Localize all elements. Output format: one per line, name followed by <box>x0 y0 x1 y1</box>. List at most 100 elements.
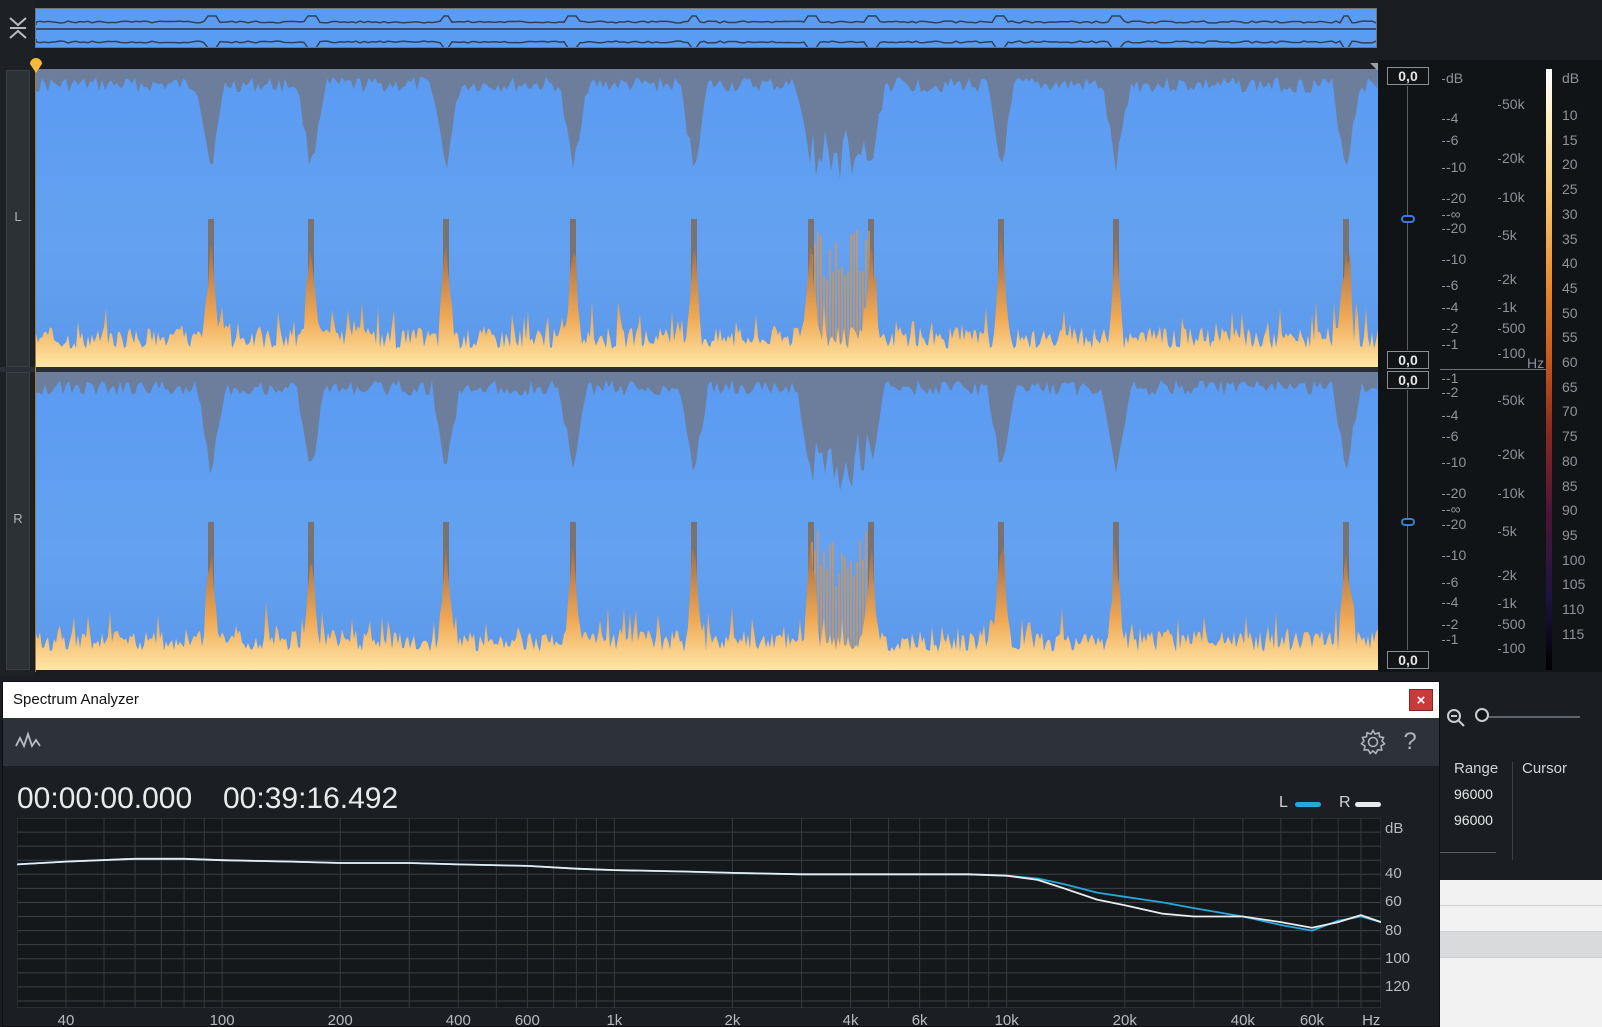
color-scale-tick: dB <box>1562 70 1580 86</box>
legend-label-r: R <box>1339 794 1351 811</box>
x-axis-labels: 40 100 200 400 600 1k 2k 4k 6k 10k 20k 40k 60k Hz <box>17 1008 1381 1027</box>
scale-tick: 2k <box>1498 567 1517 583</box>
scale-tick: 50k <box>1498 96 1525 112</box>
zoom-slider-knob[interactable] <box>1475 708 1489 722</box>
peak-l-top: 0,0 <box>1387 67 1429 85</box>
table-header-range: Range <box>1454 760 1499 777</box>
scale-tick: -10 <box>1441 454 1467 470</box>
help-icon[interactable]: ? <box>1399 728 1421 756</box>
color-scale-tick: 50 <box>1562 304 1578 321</box>
color-scale-tick: 60 <box>1562 354 1578 370</box>
color-scale-tick: 65 <box>1562 378 1578 395</box>
scale-tick: 50k <box>1498 392 1525 408</box>
table-divider <box>1512 762 1513 860</box>
spectrum-plot[interactable] <box>16 817 1382 1009</box>
close-button[interactable]: × <box>1409 689 1433 711</box>
color-scale-tick: 100 <box>1562 551 1586 568</box>
x-tick-label: 400 <box>445 1012 471 1027</box>
color-intensity-bar <box>1546 69 1552 670</box>
channel-tab-r[interactable]: R <box>6 372 30 670</box>
list-row[interactable] <box>1440 906 1602 932</box>
pan-knob-r[interactable] <box>1401 518 1415 526</box>
color-scale-tick: 95 <box>1562 526 1578 543</box>
scale-tick: -20 <box>1441 516 1467 532</box>
scale-tick: 5k <box>1498 523 1517 539</box>
color-scale-tick: 30 <box>1562 205 1578 222</box>
scale-tick: 1k <box>1498 595 1517 611</box>
spectrum-analyzer-window: Spectrum Analyzer × ? 00:00:00.000 00:39… <box>2 681 1440 1027</box>
scale-tick: 5k <box>1498 227 1517 243</box>
playhead-marker[interactable] <box>28 56 44 74</box>
zoom-out-icon[interactable] <box>1446 708 1466 728</box>
color-scale-tick: 85 <box>1562 477 1578 494</box>
time-start: 00:00:00.000 <box>17 782 193 815</box>
color-scale-tick: 35 <box>1562 230 1578 247</box>
scale-tick: -6 <box>1441 574 1459 590</box>
scale-tick: 500 <box>1497 320 1526 336</box>
color-scale-tick: 40 <box>1562 255 1578 272</box>
scale-tick: -20 <box>1441 190 1467 206</box>
time-end: 00:39:16.492 <box>223 782 399 815</box>
peak-r-bottom: 0,0 <box>1387 651 1429 669</box>
scale-tick: 500 <box>1497 616 1526 632</box>
scale-tick: -1 <box>1441 336 1459 352</box>
scale-tick: -4 <box>1441 407 1459 423</box>
color-scale: dB 10 15 20 25 30 35 40 45 50 55 60 65 70 75 80 85 90 95 10… <box>1556 60 1602 672</box>
y-tick-label: 100 <box>1385 949 1411 967</box>
x-tick-label: 40k <box>1230 1012 1255 1027</box>
spectrogram-channel-l[interactable] <box>36 69 1378 367</box>
x-tick-label: 100 <box>209 1012 235 1027</box>
analyzer-toolbar: ? <box>3 718 1439 766</box>
list-area <box>1440 880 1602 1027</box>
gear-icon[interactable] <box>1359 728 1387 756</box>
window-title: Spectrum Analyzer <box>13 691 139 708</box>
waveform-overview[interactable] <box>35 8 1377 48</box>
x-tick-label: 60k <box>1299 1012 1325 1027</box>
waveform-icon <box>15 730 41 752</box>
scale-tick: 100 <box>1497 640 1526 656</box>
scale-tick: -2 <box>1441 616 1459 632</box>
y-axis-labels: dB 40 60 80 100 120 <box>1385 818 1437 1008</box>
pan-knob-l[interactable] <box>1401 215 1415 223</box>
color-scale-tick: 75 <box>1562 428 1578 445</box>
color-scale-tick: 90 <box>1562 502 1578 519</box>
table-cell: 96000 <box>1454 786 1493 802</box>
color-scale-tick: 110 <box>1562 601 1585 617</box>
color-scale-tick: 25 <box>1562 181 1578 198</box>
channel-tab-l[interactable]: L <box>6 70 30 367</box>
y-tick-label: 120 <box>1385 977 1411 995</box>
scale-tick: -20 <box>1441 485 1467 501</box>
scale-tick: -4 <box>1441 299 1459 315</box>
color-scale-tick: 20 <box>1562 156 1578 173</box>
legend-label-l: L <box>1279 794 1288 811</box>
table-cell: 96000 <box>1454 812 1493 828</box>
list-row[interactable] <box>1440 932 1602 958</box>
color-scale-tick: 70 <box>1562 403 1578 420</box>
scale-tick: -2 <box>1441 384 1459 400</box>
color-scale-tick: 115 <box>1562 625 1585 642</box>
scale-tick: 1k <box>1498 299 1517 315</box>
channel-label-l: L <box>14 209 22 224</box>
x-tick-label: Hz <box>1362 1012 1381 1027</box>
list-row[interactable] <box>1440 880 1602 906</box>
scale-tick: -6 <box>1441 428 1459 444</box>
chart-legend: L R <box>1279 794 1399 812</box>
y-axis-unit: dB <box>1385 820 1404 837</box>
y-tick-label: 40 <box>1385 865 1402 883</box>
zoom-slider-track[interactable] <box>1480 716 1580 718</box>
x-tick-label: 200 <box>327 1012 353 1027</box>
channel-label-r: R <box>13 511 23 526</box>
y-tick-label: 80 <box>1385 921 1402 939</box>
x-tick-label: 40 <box>57 1012 75 1027</box>
scale-tick: -4 <box>1441 110 1459 126</box>
x-tick-label: 4k <box>842 1012 859 1027</box>
x-tick-label: 2k <box>724 1012 741 1027</box>
scale-tick: -∞ <box>1442 501 1461 517</box>
x-tick-label: 600 <box>514 1012 540 1027</box>
scale-tick: 10k <box>1498 485 1525 501</box>
collapse-overview-icon[interactable] <box>6 14 30 42</box>
window-titlebar[interactable]: Spectrum Analyzer × <box>3 682 1439 718</box>
x-tick-label: 20k <box>1112 1012 1137 1027</box>
peak-l-bottom: 0,0 <box>1387 351 1429 369</box>
spectrogram-channel-r[interactable] <box>36 372 1378 670</box>
